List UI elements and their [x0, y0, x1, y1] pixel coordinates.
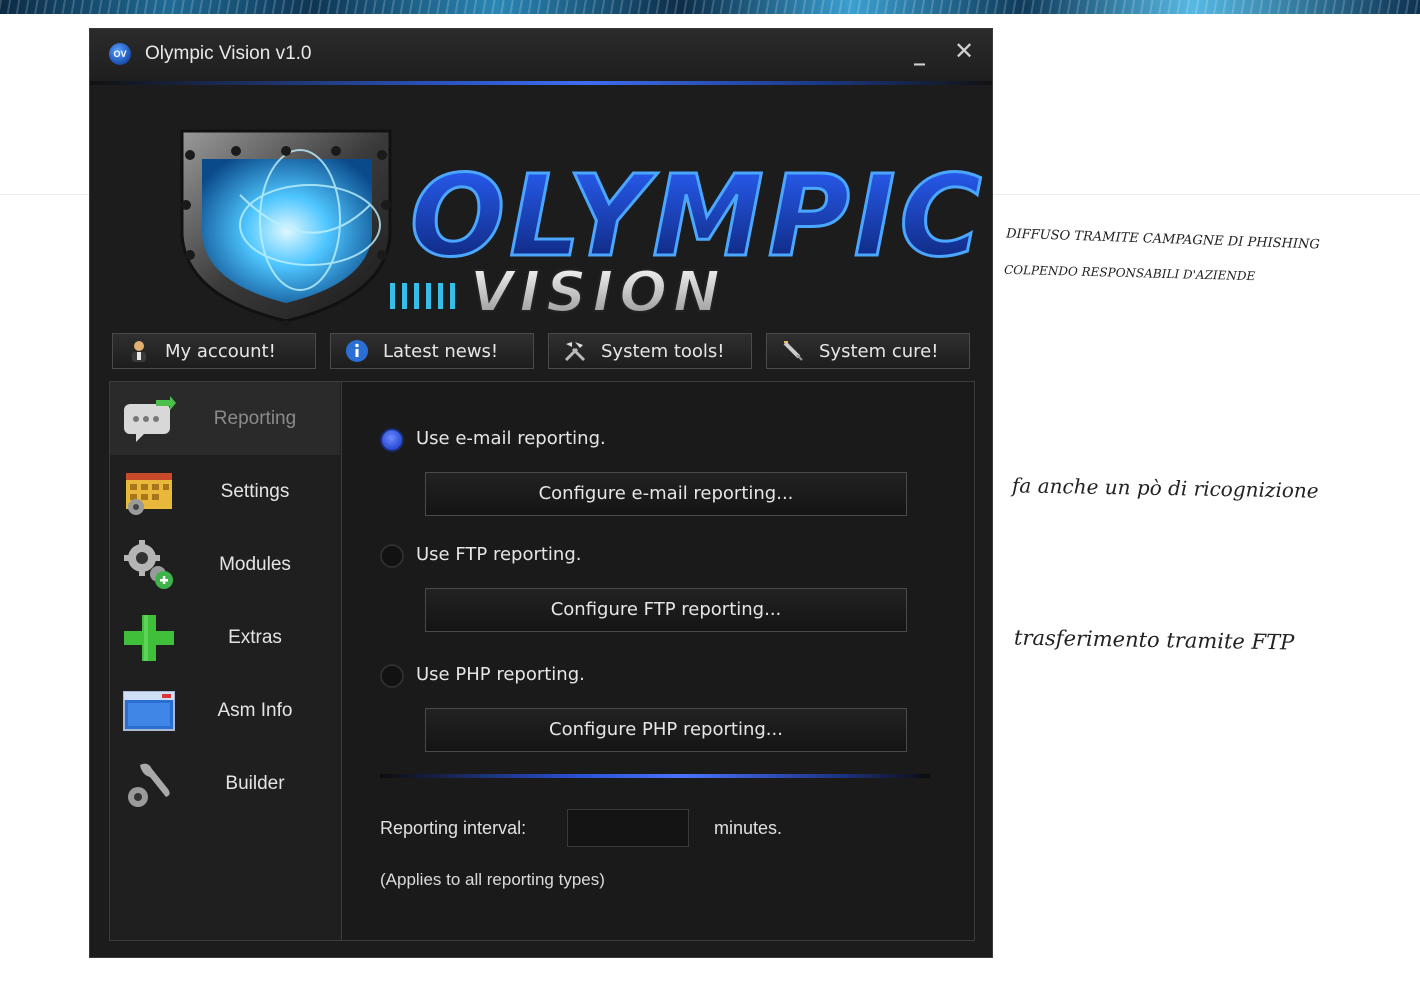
shield-globe-icon: [180, 129, 392, 329]
desktop-background-strip: [0, 0, 1420, 14]
latest-news-button[interactable]: Latest news!: [330, 333, 534, 369]
wrench-gear-icon: [128, 763, 170, 807]
configure-php-button[interactable]: Configure PHP reporting...: [425, 708, 907, 752]
sidebar-item-label: Extras: [228, 627, 282, 648]
sidebar-item-label: Reporting: [213, 408, 297, 429]
section-divider: [380, 774, 930, 778]
speed-stripes: [390, 283, 455, 309]
reporting-panel: Use e-mail reporting. Configure e-mail r…: [341, 381, 975, 941]
php-reporting-radio[interactable]: [380, 664, 404, 688]
sidebar-item-asm-info[interactable]: Asm Info: [110, 674, 340, 747]
chat-bubble-icon: [124, 396, 176, 442]
green-plus-icon: [124, 615, 174, 661]
syringe-icon: [781, 339, 805, 363]
sidebar-nav: Reporting Settings Modules Extras Asm In…: [109, 381, 341, 941]
sidebar-item-reporting[interactable]: Reporting: [110, 382, 340, 455]
php-reporting-label: Use PHP reporting.: [416, 664, 585, 685]
handwritten-note-phishing-line2: COLPENDO RESPONSABILI D'AZIENDE: [1003, 262, 1256, 284]
window-title: Olympic Vision v1.0: [145, 43, 312, 64]
system-tools-button[interactable]: System tools!: [548, 333, 752, 369]
email-reporting-radio[interactable]: [380, 428, 404, 452]
reporting-interval-label: Reporting interval:: [380, 818, 527, 838]
sidebar-item-builder[interactable]: Builder: [110, 747, 340, 820]
sidebar-item-extras[interactable]: Extras: [110, 601, 340, 674]
system-cure-button[interactable]: System cure!: [766, 333, 970, 369]
system-tools-label: System tools!: [601, 340, 725, 362]
calendar-icon: [126, 473, 172, 515]
sidebar-item-label: Builder: [225, 773, 285, 794]
handwritten-note-phishing-line1: DIFFUSO TRAMITE CAMPAGNE DI PHISHING: [1005, 226, 1321, 253]
info-icon: [345, 339, 369, 363]
my-account-button[interactable]: My account!: [112, 333, 316, 369]
app-window: OV Olympic Vision v1.0 _ ✕ OLYMPIC VISIO…: [89, 28, 993, 958]
system-cure-label: System cure!: [819, 340, 939, 362]
my-account-label: My account!: [165, 340, 276, 362]
user-icon: [127, 339, 151, 363]
app-logo-icon: OV: [109, 43, 131, 65]
sidebar-item-label: Modules: [219, 554, 291, 575]
sidebar-item-modules[interactable]: Modules: [110, 528, 340, 601]
sidebar-item-settings[interactable]: Settings: [110, 455, 340, 528]
sidebar-item-label: Settings: [220, 481, 290, 502]
gear-add-icon: [124, 540, 173, 589]
ftp-reporting-label: Use FTP reporting.: [416, 544, 582, 565]
tools-icon: [563, 339, 587, 363]
olympic-vision-banner: OLYMPIC VISION: [180, 129, 983, 329]
title-bar[interactable]: OV Olympic Vision v1.0 _ ✕: [90, 29, 992, 81]
minutes-label: minutes.: [714, 818, 783, 838]
applies-note: (Applies to all reporting types): [380, 870, 605, 889]
ftp-reporting-radio[interactable]: [380, 544, 404, 568]
minimize-button[interactable]: _: [914, 41, 925, 66]
handwritten-note-ftp: trasferimento tramite FTP: [1013, 625, 1295, 655]
sidebar-item-label: Asm Info: [217, 700, 293, 721]
svg-text:VISION: VISION: [470, 260, 726, 325]
email-reporting-label: Use e-mail reporting.: [416, 428, 606, 449]
reporting-interval-input[interactable]: [567, 809, 689, 847]
close-button[interactable]: ✕: [954, 37, 974, 65]
window-icon: [123, 691, 175, 731]
configure-ftp-button[interactable]: Configure FTP reporting...: [425, 588, 907, 632]
latest-news-label: Latest news!: [383, 340, 499, 362]
configure-email-button[interactable]: Configure e-mail reporting...: [425, 472, 907, 516]
handwritten-note-recon: fa anche un pò di ricognizione: [1011, 473, 1319, 503]
